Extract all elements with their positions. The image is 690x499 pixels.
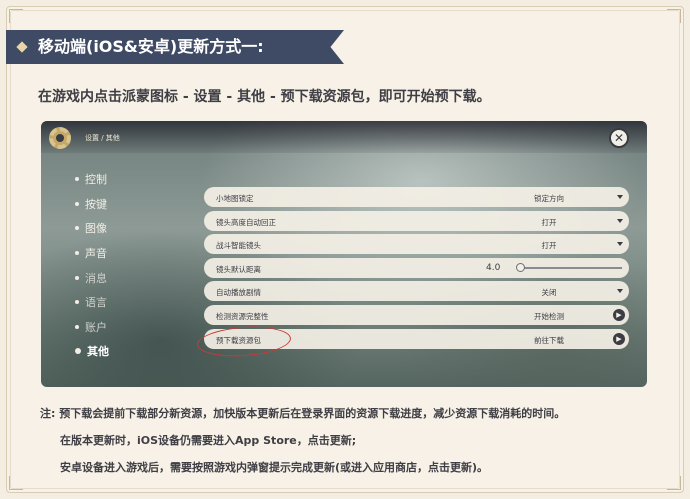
setting-label: 小地图锁定 <box>216 194 254 203</box>
frame-corner-ornament <box>667 9 681 23</box>
gear-icon[interactable] <box>49 127 71 149</box>
setting-value: 打开 <box>541 241 557 251</box>
sidebar-item-graphics[interactable]: 图像 <box>75 216 109 241</box>
sidebar-item-label: 消息 <box>85 271 107 285</box>
sidebar-item-control[interactable]: 控制 <box>75 167 109 192</box>
setting-check-resources[interactable]: 检测资源完整性 开始检测 ▶ <box>204 304 629 325</box>
setting-value: 打开 <box>541 217 557 227</box>
setting-camera-distance[interactable]: 镜头默认距离 4.0 <box>204 257 629 278</box>
bullet-icon <box>75 226 79 231</box>
breadcrumb: 设置 / 其他 <box>85 134 120 142</box>
setting-value: 前往下载 <box>534 335 564 345</box>
setting-value: 关闭 <box>541 288 557 298</box>
game-top-bar <box>41 121 647 153</box>
frame-corner-ornament <box>667 476 681 490</box>
setting-label: 战斗智能镜头 <box>216 241 261 251</box>
sidebar-item-audio[interactable]: 声音 <box>75 241 109 266</box>
chevron-down-icon[interactable] <box>617 289 623 294</box>
instruction-text: 在游戏内点击派蒙图标 - 设置 - 其他 - 预下载资源包，即可开始预下载。 <box>38 89 491 105</box>
sidebar-item-label: 其他 <box>87 345 109 359</box>
sidebar-item-label: 账户 <box>85 320 107 334</box>
setting-minimap-lock[interactable]: 小地图锁定 锁定方向 <box>204 187 629 207</box>
sidebar-item-label: 按键 <box>85 197 107 211</box>
setting-label: 镜头高度自动回正 <box>216 217 276 227</box>
chevron-down-icon[interactable] <box>617 195 623 199</box>
setting-smart-combat-camera[interactable]: 战斗智能镜头 打开 <box>204 234 629 255</box>
sidebar-item-other[interactable]: 其他 <box>75 339 109 364</box>
bullet-icon <box>75 348 81 355</box>
chevron-down-icon[interactable] <box>617 218 623 223</box>
sidebar-item-keys[interactable]: 按键 <box>75 192 109 217</box>
chevron-down-icon[interactable] <box>617 242 623 247</box>
close-icon[interactable]: ✕ <box>609 128 629 148</box>
frame-corner-ornament <box>9 476 23 490</box>
note-line: 注: 预下载会提前下载部分新资源，加快版本更新后在登录界面的资源下载进度，减少资… <box>40 407 566 420</box>
slider-track[interactable] <box>518 266 622 269</box>
sidebar-item-account[interactable]: 账户 <box>75 315 109 340</box>
setting-value: 开始检测 <box>534 311 564 321</box>
setting-camera-auto-level[interactable]: 镜头高度自动回正 打开 <box>204 210 629 231</box>
setting-label: 自动播放剧情 <box>216 288 261 298</box>
bullet-icon <box>75 324 79 329</box>
note-line: 安卓设备进入游戏后，需要按照游戏内弹窗提示完成更新(或进入应用商店，点击更新)。 <box>60 461 489 474</box>
game-settings-screenshot: 设置 / 其他 ✕ 控制 按键 图像 声音 消息 语言 账户 其他 小地图锁定 … <box>41 121 647 387</box>
bullet-icon <box>75 177 79 182</box>
bullet-icon <box>75 275 79 280</box>
chevron-right-icon[interactable]: ▶ <box>613 308 625 321</box>
sidebar-item-language[interactable]: 语言 <box>75 290 109 315</box>
settings-sidebar: 控制 按键 图像 声音 消息 语言 账户 其他 <box>75 167 109 364</box>
slider-handle[interactable] <box>516 262 525 272</box>
section-banner: 移动端(iOS&安卓)更新方式一: <box>6 30 344 64</box>
sidebar-item-label: 声音 <box>85 247 107 261</box>
setting-label: 镜头默认距离 <box>216 264 261 274</box>
bullet-icon <box>75 251 79 256</box>
notes-block: 注: 预下载会提前下载部分新资源，加快版本更新后在登录界面的资源下载进度，减少资… <box>40 405 565 486</box>
sidebar-item-label: 语言 <box>85 296 107 310</box>
chevron-right-icon[interactable]: ▶ <box>613 332 625 345</box>
note-line: 在版本更新时，iOS设备仍需要进入App Store，点击更新; <box>60 434 357 447</box>
bullet-icon <box>75 300 79 305</box>
frame-corner-ornament <box>9 9 23 23</box>
sidebar-item-label: 图像 <box>85 222 107 236</box>
sidebar-item-messages[interactable]: 消息 <box>75 265 109 290</box>
sidebar-item-label: 控制 <box>85 173 107 187</box>
setting-auto-play-story[interactable]: 自动播放剧情 关闭 <box>204 281 629 302</box>
diamond-icon <box>16 41 28 53</box>
setting-label: 检测资源完整性 <box>216 311 269 321</box>
banner-title: 移动端(iOS&安卓)更新方式一: <box>38 37 264 56</box>
setting-value: 4.0 <box>486 262 501 273</box>
bullet-icon <box>75 201 79 206</box>
setting-value: 锁定方向 <box>534 194 564 203</box>
